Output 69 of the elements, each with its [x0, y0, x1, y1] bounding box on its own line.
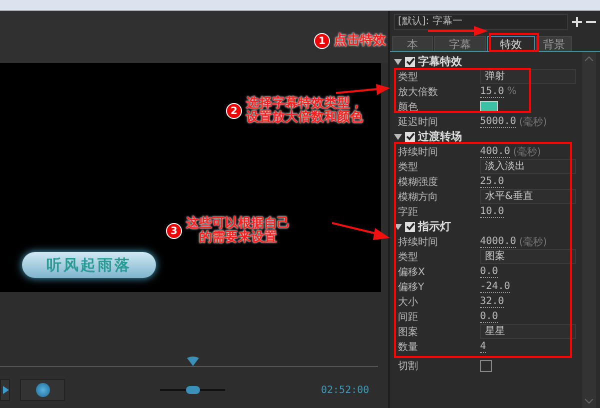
- property-label: 图案: [398, 326, 419, 338]
- section-title: 指示灯: [418, 219, 451, 234]
- property-label: 字距: [398, 206, 419, 218]
- number-field[interactable]: 4000.0: [480, 236, 516, 248]
- section-title: 过渡转场: [418, 129, 462, 144]
- tab[interactable]: 特效: [487, 36, 535, 51]
- pointer-arrow: [332, 221, 390, 241]
- time-display: 02:52:00: [321, 384, 370, 396]
- annotation-text: 这些可以根据自己 的需要来设置: [186, 217, 290, 245]
- unit-label: (毫秒): [513, 146, 541, 158]
- play-button[interactable]: [0, 379, 10, 401]
- number-field[interactable]: -24.0: [480, 280, 510, 292]
- preset-dropdown[interactable]: [默认]: 字幕一: [394, 14, 568, 30]
- property-label: 模糊强度: [398, 176, 439, 188]
- pointer-arrow: [336, 84, 390, 96]
- annotation-text: 选择字幕特效类型， 设置放大倍数和颜色: [246, 97, 363, 125]
- property-label: 放大倍数: [398, 86, 439, 98]
- subtitle-preview: 听风起雨落: [22, 252, 156, 278]
- add-icon[interactable]: [572, 17, 582, 27]
- checkbox[interactable]: [405, 56, 415, 66]
- property-label: 颜色: [398, 100, 419, 114]
- annotation-text: 点击特效: [334, 34, 386, 48]
- property-label: 模糊方向: [398, 190, 439, 204]
- zoom-slider[interactable]: [160, 386, 225, 394]
- property-label: 间距: [398, 310, 419, 324]
- property-label: 切割: [398, 360, 419, 372]
- select-field[interactable]: 淡入淡出: [480, 159, 576, 174]
- number-field[interactable]: 15.0: [480, 86, 504, 98]
- section-title: 字幕特效: [418, 54, 462, 69]
- play-icon: [3, 386, 9, 394]
- checkbox[interactable]: [405, 222, 415, 232]
- number-field[interactable]: 0.0: [480, 310, 498, 322]
- checkbox[interactable]: [480, 360, 492, 372]
- checkbox[interactable]: [405, 132, 415, 142]
- property-label: 类型: [398, 160, 419, 174]
- select-field[interactable]: 图案: [480, 249, 576, 264]
- select-field[interactable]: 星星: [480, 324, 576, 339]
- number-field[interactable]: 0.0: [480, 266, 498, 278]
- number-field[interactable]: 32.0: [480, 296, 504, 308]
- number-field[interactable]: 5000.0: [480, 116, 516, 128]
- expand-icon[interactable]: [394, 224, 402, 230]
- number-field[interactable]: 25.0: [480, 176, 504, 188]
- tab[interactable]: 背景: [536, 36, 572, 51]
- property-label: 延迟时间: [398, 116, 439, 128]
- expand-icon[interactable]: [394, 134, 402, 140]
- property-label: 偏移Y: [398, 280, 426, 294]
- tab[interactable]: 本: [392, 36, 433, 51]
- property-label: 类型: [398, 70, 419, 84]
- unit-label: %: [507, 86, 517, 97]
- pointer-arrow: [428, 26, 488, 36]
- unit-label: (毫秒): [519, 236, 547, 248]
- number-field[interactable]: 10.0: [480, 206, 504, 218]
- property-label: 类型: [398, 250, 419, 264]
- record-button[interactable]: [20, 379, 65, 401]
- expand-icon[interactable]: [394, 58, 402, 64]
- highlight-box: [489, 33, 539, 52]
- property-label: 数量: [398, 340, 419, 354]
- color-swatch[interactable]: [480, 100, 498, 112]
- number-field[interactable]: 400.0: [480, 146, 510, 158]
- property-label: 偏移X: [398, 266, 426, 278]
- property-label: 大小: [398, 296, 419, 308]
- number-field[interactable]: 4: [480, 340, 486, 352]
- property-label: 持续时间: [398, 236, 439, 248]
- select-field[interactable]: 弹射: [480, 69, 576, 84]
- property-label: 持续时间: [398, 146, 439, 158]
- unit-label: (毫秒): [519, 116, 547, 128]
- select-field[interactable]: 水平&垂直: [480, 189, 576, 204]
- playhead-icon[interactable]: [186, 356, 200, 366]
- tab[interactable]: 字幕: [434, 36, 486, 51]
